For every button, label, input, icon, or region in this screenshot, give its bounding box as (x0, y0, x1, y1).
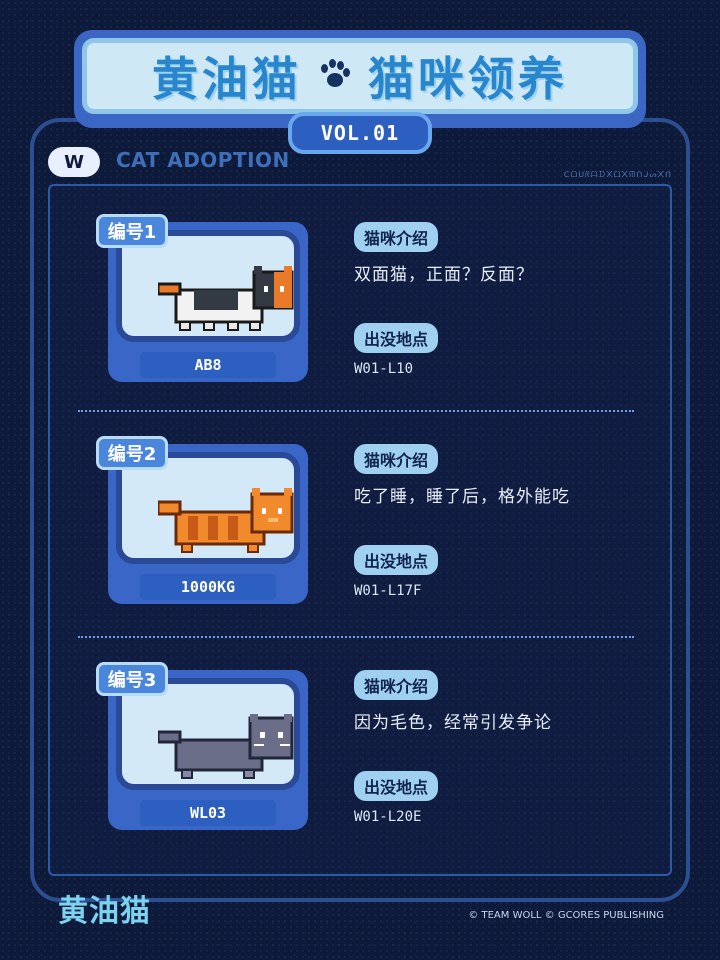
cat-card-3[interactable]: WL03 编号3 (96, 662, 316, 832)
cat-number-tag: 编号1 (96, 214, 168, 248)
divider (78, 410, 634, 412)
cat-card-1[interactable]: AB8 编号1 (96, 214, 316, 384)
section-label: CAT ADOPTION (116, 148, 290, 172)
copyright: © TEAM WOLL © GCORES PUBLISHING (468, 910, 664, 921)
location-label: 出没地点 (354, 323, 439, 353)
cat-location: W01-L17F (354, 583, 422, 599)
cipher-text: ᑕᗝᑌᖇᗩᗪ᙭ᗝ᙭ᙏᑎᒍᔕ᙭ᑎ (563, 170, 672, 179)
cat-name: AB8 (140, 352, 276, 378)
cat-sprite-2 (158, 488, 294, 553)
cat-intro: 双面猫，正面？反面？ (354, 265, 534, 285)
cat-name: WL03 (140, 800, 276, 826)
cat-info-1: 猫咪介绍 双面猫，正面？反面？ 出没地点 W01-L10 (354, 222, 654, 377)
title-right: 猫咪领养 (368, 52, 568, 106)
cat-intro: 因为毛色，经常引发争论 (354, 713, 552, 733)
title-banner-inner: 黄油猫 猫咪领养 (82, 38, 638, 114)
cat-card-2[interactable]: 1000KG 编号2 (96, 436, 316, 606)
intro-label: 猫咪介绍 (354, 444, 439, 474)
cat-sprite-1 (158, 266, 294, 331)
intro-label: 猫咪介绍 (354, 670, 439, 700)
location-label: 出没地点 (354, 545, 439, 575)
intro-label: 猫咪介绍 (354, 222, 439, 252)
volume-badge: VOL.01 (288, 112, 432, 154)
cat-location: W01-L10 (354, 361, 414, 377)
cat-intro: 吃了睡，睡了后，格外能吃 (354, 487, 570, 507)
cat-number-tag: 编号3 (96, 662, 168, 696)
brand-logo-icon: W (48, 147, 100, 177)
footer-logo: 黄油猫 (58, 894, 151, 929)
title-left: 黄油猫 (152, 52, 302, 106)
location-label: 出没地点 (354, 771, 439, 801)
cat-info-2: 猫咪介绍 吃了睡，睡了后，格外能吃 出没地点 W01-L17F (354, 444, 654, 599)
cat-location: W01-L20E (354, 809, 422, 825)
cat-sprite-3 (158, 714, 294, 779)
cat-name: 1000KG (140, 574, 276, 600)
paw-icon (318, 59, 352, 93)
divider (78, 636, 634, 638)
cat-info-3: 猫咪介绍 因为毛色，经常引发争论 出没地点 W01-L20E (354, 670, 654, 825)
cat-number-tag: 编号2 (96, 436, 168, 470)
